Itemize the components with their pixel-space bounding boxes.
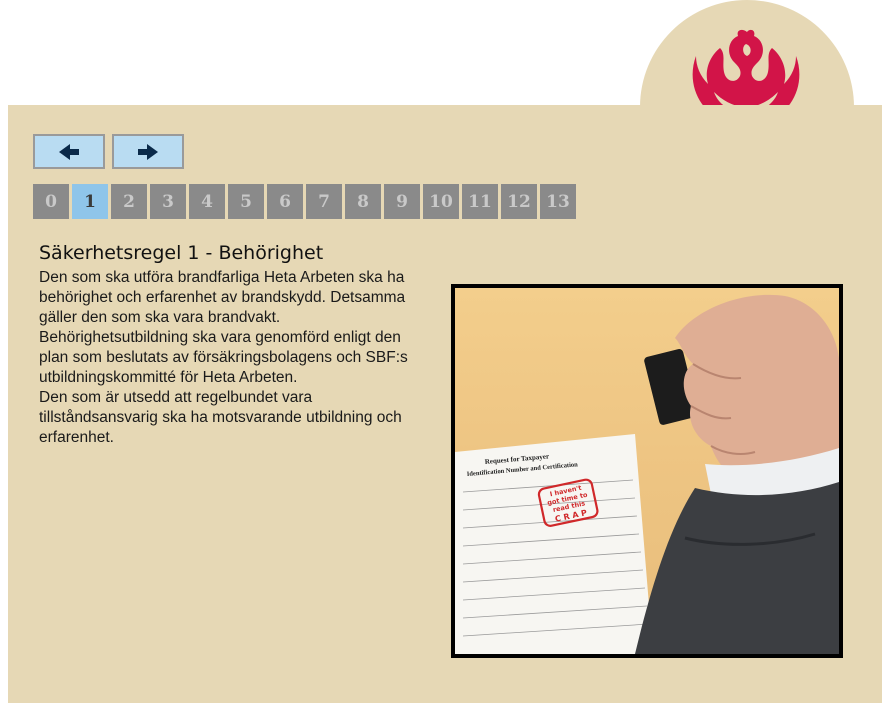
page-button-1[interactable]: 1 — [72, 184, 108, 219]
page-button-10[interactable]: 10 — [423, 184, 459, 219]
illustration-photo: Request for Taxpayer Identification Numb… — [451, 284, 843, 658]
page-button-12[interactable]: 12 — [501, 184, 537, 219]
page-button-3[interactable]: 3 — [150, 184, 186, 219]
page-selector: 0 1 2 3 4 5 6 7 8 9 10 11 12 13 — [33, 184, 576, 219]
arrow-right-icon — [138, 143, 158, 160]
page-button-7[interactable]: 7 — [306, 184, 342, 219]
previous-button[interactable] — [33, 134, 105, 169]
next-button[interactable] — [112, 134, 184, 169]
content-panel: 0 1 2 3 4 5 6 7 8 9 10 11 12 13 Säkerhet… — [8, 105, 882, 703]
page-button-8[interactable]: 8 — [345, 184, 381, 219]
suit-sleeve — [635, 482, 839, 654]
page-button-13[interactable]: 13 — [540, 184, 576, 219]
page-title: Säkerhetsregel 1 - Behörighet — [39, 242, 324, 264]
page-button-11[interactable]: 11 — [462, 184, 498, 219]
paragraph: Den som är utsedd att regelbundet vara t… — [39, 389, 402, 446]
page-button-0[interactable]: 0 — [33, 184, 69, 219]
paragraph: Den som ska utföra brandfarliga Heta Arb… — [39, 269, 406, 326]
photo-scene: Request for Taxpayer Identification Numb… — [455, 294, 839, 654]
page-button-9[interactable]: 9 — [384, 184, 420, 219]
page-button-6[interactable]: 6 — [267, 184, 303, 219]
page-button-5[interactable]: 5 — [228, 184, 264, 219]
arrow-left-icon — [59, 143, 79, 160]
paragraph: Behörighetsutbildning ska vara genomförd… — [39, 329, 408, 386]
page-button-4[interactable]: 4 — [189, 184, 225, 219]
page-button-2[interactable]: 2 — [111, 184, 147, 219]
rule-description: Den som ska utföra brandfarliga Heta Arb… — [39, 268, 419, 448]
